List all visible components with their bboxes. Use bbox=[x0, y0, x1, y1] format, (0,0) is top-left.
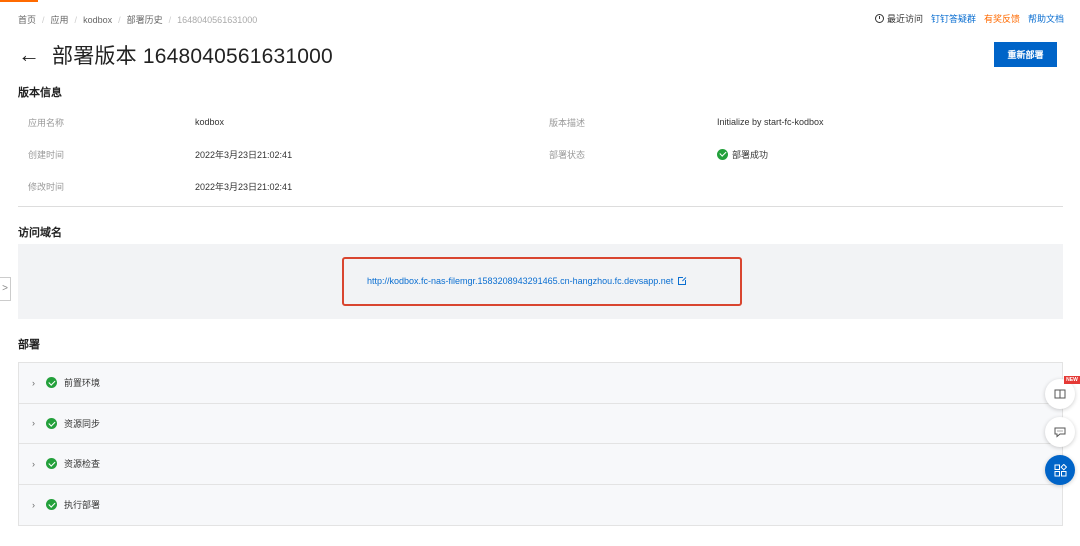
apps-menu-button[interactable] bbox=[1045, 455, 1075, 485]
book-icon bbox=[1054, 389, 1066, 399]
modified-time-label: 修改时间 bbox=[28, 181, 65, 192]
created-time-label: 创建时间 bbox=[28, 149, 65, 160]
domain-section-title: 访问域名 bbox=[18, 227, 62, 239]
breadcrumb-separator: / bbox=[74, 14, 78, 25]
domain-url-text: http://kodbox.fc-nas-filemgr.15832089432… bbox=[367, 276, 674, 286]
created-time-value: 2022年3月23日21:02:41 bbox=[195, 149, 293, 160]
redeploy-button[interactable]: 重新部署 bbox=[994, 42, 1057, 67]
breadcrumb-separator: / bbox=[42, 14, 45, 25]
sidebar-expand-toggle[interactable]: > bbox=[0, 277, 11, 301]
domain-url-link[interactable]: http://kodbox.fc-nas-filemgr.15832089432… bbox=[367, 276, 688, 286]
chat-button[interactable] bbox=[1045, 417, 1075, 447]
chevron-right-icon: › bbox=[32, 458, 35, 469]
top-accent-line bbox=[0, 0, 1080, 2]
page-title: 部署版本 1648040561631000 bbox=[52, 45, 333, 68]
top-links: 最近访问 钉钉答疑群 有奖反馈 帮助文档 bbox=[874, 12, 1064, 25]
deploy-status-label: 部署状态 bbox=[549, 149, 586, 160]
breadcrumb-apps[interactable]: 应用 bbox=[51, 13, 69, 26]
recent-visits-label: 最近访问 bbox=[886, 14, 923, 24]
version-info-grid: 应用名称 kodbox 版本描述 Initialize by start-fc-… bbox=[18, 106, 1063, 202]
deploy-status-value: 部署成功 bbox=[732, 149, 769, 160]
success-check-icon bbox=[46, 499, 57, 511]
breadcrumb-home[interactable]: 首页 bbox=[18, 13, 36, 26]
version-desc-value: Initialize by start-fc-kodbox bbox=[717, 117, 824, 127]
recent-visits-link[interactable]: 最近访问 bbox=[874, 12, 923, 25]
deploy-steps-list: › 前置环境 › 资源同步 › 资源检查 › 执行部署 bbox=[18, 362, 1063, 526]
back-arrow-icon[interactable]: ← bbox=[18, 43, 40, 67]
deploy-step-pre-env[interactable]: › 前置环境 bbox=[19, 363, 1062, 404]
dingding-group-link[interactable]: 钉钉答疑群 bbox=[931, 12, 976, 25]
clock-icon bbox=[874, 14, 884, 23]
success-check-icon bbox=[46, 458, 57, 470]
info-row: 修改时间 2022年3月23日21:02:41 bbox=[18, 170, 1063, 202]
app-name-value: kodbox bbox=[195, 117, 225, 127]
modified-time-value: 2022年3月23日21:02:41 bbox=[195, 181, 293, 192]
section-divider bbox=[18, 206, 1063, 207]
success-check-icon bbox=[717, 148, 728, 160]
deploy-step-resource-sync[interactable]: › 资源同步 bbox=[19, 403, 1062, 444]
success-check-icon bbox=[46, 377, 57, 389]
chat-bubble-icon bbox=[1054, 427, 1066, 438]
breadcrumb-deploy-history[interactable]: 部署历史 bbox=[127, 13, 163, 26]
success-check-icon bbox=[46, 417, 57, 429]
info-row: 应用名称 kodbox 版本描述 Initialize by start-fc-… bbox=[18, 106, 1063, 138]
new-badge: NEW bbox=[1064, 376, 1080, 384]
breadcrumb-current: 1648040561631000 bbox=[177, 14, 258, 25]
chevron-right-icon: › bbox=[32, 499, 35, 510]
deploy-section-title: 部署 bbox=[18, 339, 40, 351]
feedback-link[interactable]: 有奖反馈 bbox=[984, 12, 1020, 25]
app-name-label: 应用名称 bbox=[28, 117, 65, 128]
version-info-title: 版本信息 bbox=[18, 87, 62, 99]
external-link-icon bbox=[678, 276, 688, 285]
breadcrumb-app-kodbox[interactable]: kodbox bbox=[83, 15, 112, 25]
grid-apps-icon bbox=[1054, 463, 1067, 476]
chevron-right-icon: › bbox=[32, 418, 35, 429]
deploy-status: 部署成功 bbox=[717, 148, 768, 161]
deploy-step-resource-check[interactable]: › 资源检查 bbox=[19, 444, 1062, 485]
info-row: 创建时间 2022年3月23日21:02:41 部署状态 部署成功 bbox=[18, 138, 1063, 170]
breadcrumb-separator: / bbox=[168, 14, 172, 25]
breadcrumb: 首页 / 应用 / kodbox / 部署历史 / 16480405616310… bbox=[18, 13, 257, 26]
step-label: 执行部署 bbox=[64, 500, 101, 511]
chevron-right-icon: › bbox=[32, 377, 35, 388]
step-label: 资源检查 bbox=[64, 459, 101, 470]
step-label: 资源同步 bbox=[64, 418, 101, 429]
version-desc-label: 版本描述 bbox=[549, 117, 586, 128]
deploy-step-execute[interactable]: › 执行部署 bbox=[19, 484, 1062, 525]
page-header: ← 部署版本 1648040561631000 bbox=[18, 40, 333, 70]
breadcrumb-separator: / bbox=[118, 14, 121, 25]
help-docs-link[interactable]: 帮助文档 bbox=[1028, 12, 1064, 25]
step-label: 前置环境 bbox=[64, 378, 101, 389]
